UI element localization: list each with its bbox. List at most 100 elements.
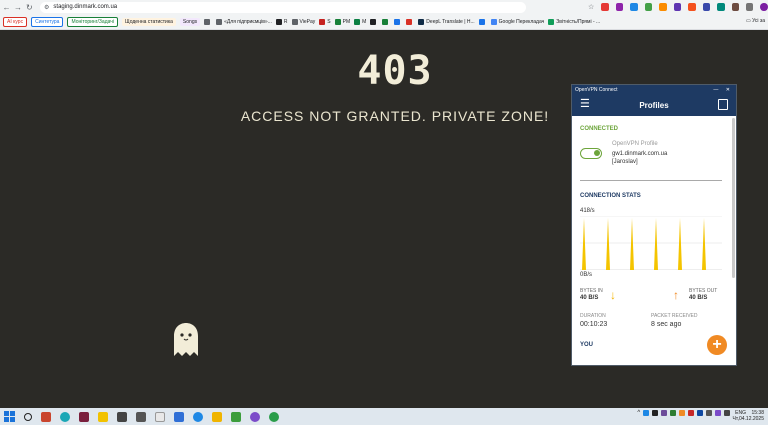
app-icon[interactable] bbox=[60, 411, 70, 422]
edge-icon[interactable] bbox=[193, 411, 203, 422]
vpn-header-title: Profiles bbox=[639, 100, 669, 110]
app-icon[interactable] bbox=[136, 411, 146, 422]
app-icon[interactable] bbox=[231, 411, 241, 422]
apps-grid-icon[interactable] bbox=[204, 18, 212, 25]
bookmark-item[interactable] bbox=[478, 18, 487, 25]
bookmark-favicon bbox=[216, 18, 223, 25]
all-bookmarks-label: Усі за bbox=[752, 18, 765, 24]
bookmark-item[interactable]: Синтетура bbox=[31, 16, 64, 27]
bookmark-item[interactable] bbox=[382, 18, 390, 25]
search-icon[interactable] bbox=[24, 412, 32, 421]
url-text: staging.dinmark.com.ua bbox=[53, 4, 118, 10]
bookmark-item[interactable]: «Для підприємців»... bbox=[216, 18, 272, 25]
vpn-scrollbar[interactable] bbox=[732, 118, 735, 278]
extension-icon[interactable] bbox=[731, 3, 740, 11]
hamburger-menu-icon[interactable]: ☰ bbox=[580, 99, 590, 110]
tray-icon[interactable] bbox=[679, 410, 686, 416]
viber-icon[interactable] bbox=[250, 411, 260, 422]
ghost-icon bbox=[174, 323, 198, 356]
add-profile-button[interactable]: + bbox=[707, 335, 727, 355]
connection-toggle[interactable] bbox=[580, 148, 602, 159]
bookmark-label: R bbox=[283, 18, 288, 25]
bookmark-favicon bbox=[548, 18, 555, 25]
extension-icon[interactable] bbox=[659, 3, 667, 11]
tray-icon[interactable] bbox=[715, 410, 722, 416]
taskbar: ^ ENG 15:38 Чт,04.12.2025 bbox=[0, 408, 768, 425]
bookmark-item[interactable]: ViePay bbox=[291, 18, 316, 25]
window-controls[interactable]: — ✕ bbox=[713, 87, 733, 93]
all-bookmarks-button[interactable]: ▭ Усі за bbox=[746, 18, 765, 24]
extensions-menu-icon[interactable] bbox=[746, 3, 754, 11]
app-icon[interactable] bbox=[174, 411, 184, 422]
chrome-icon[interactable] bbox=[269, 411, 279, 422]
bookmark-item[interactable] bbox=[394, 18, 402, 25]
tray-icon[interactable] bbox=[706, 410, 713, 416]
app-icon[interactable] bbox=[117, 411, 127, 422]
bookmark-item[interactable]: R bbox=[275, 18, 288, 25]
bookmark-item[interactable]: S bbox=[319, 18, 331, 25]
sticky-notes-icon[interactable] bbox=[98, 411, 108, 422]
extension-icon[interactable] bbox=[644, 3, 653, 11]
site-info-icon[interactable]: ⚙ bbox=[44, 4, 49, 11]
forward-icon[interactable]: → bbox=[13, 1, 22, 13]
bookmark-item[interactable]: DeepL Translate | Н... bbox=[418, 18, 475, 25]
bookmark-favicon bbox=[370, 18, 377, 25]
arrow-up-icon: ↑ bbox=[673, 288, 679, 302]
bookmark-item[interactable]: Моніторинг/Задачі bbox=[67, 16, 119, 27]
bookmark-item[interactable] bbox=[406, 18, 414, 25]
vpn-profile-panel: CONNECTED OpenVPN Profile gw1.dinmark.co… bbox=[572, 116, 732, 365]
url-field[interactable]: ⚙ staging.dinmark.com.ua bbox=[40, 1, 527, 13]
extension-icon[interactable] bbox=[615, 3, 624, 11]
duration-value: 00:10:23 bbox=[580, 321, 608, 328]
profile-avatar[interactable] bbox=[760, 3, 768, 11]
bookmark-label: ViePay bbox=[299, 18, 316, 25]
bookmark-item[interactable]: Songs bbox=[179, 17, 201, 26]
app-icon[interactable] bbox=[79, 411, 89, 422]
start-icon[interactable] bbox=[4, 411, 15, 422]
file-explorer-icon[interactable] bbox=[212, 411, 222, 422]
extension-icon[interactable] bbox=[702, 3, 711, 11]
chevron-up-icon[interactable]: ^ bbox=[637, 410, 640, 416]
bookmark-item[interactable]: M bbox=[354, 18, 366, 25]
bookmark-label: S bbox=[327, 18, 331, 25]
extension-icon[interactable] bbox=[630, 3, 638, 11]
bookmark-favicon bbox=[291, 18, 298, 25]
extension-icon[interactable] bbox=[673, 3, 682, 11]
bookmark-item[interactable]: Звітність/Прямі - ... bbox=[548, 18, 600, 25]
traffic-spike bbox=[582, 218, 586, 270]
extension-icon[interactable] bbox=[601, 3, 609, 11]
vpn-app-title: OpenVPN Connect bbox=[575, 86, 618, 93]
bookmark-star-icon[interactable]: ☆ bbox=[588, 3, 594, 11]
bookmark-label: PM bbox=[342, 18, 351, 25]
traffic-spike bbox=[702, 218, 706, 270]
bookmark-favicon bbox=[382, 18, 389, 25]
tray-icon[interactable] bbox=[670, 410, 677, 416]
tray-icon[interactable] bbox=[724, 410, 731, 416]
bookmark-favicon bbox=[354, 18, 361, 25]
extension-icon[interactable] bbox=[717, 3, 725, 11]
bytes-in-label: BYTES IN bbox=[580, 288, 603, 294]
bookmark-item[interactable]: Щоденна статистика bbox=[122, 17, 176, 26]
app-icon[interactable] bbox=[155, 411, 165, 422]
bookmark-favicon bbox=[275, 18, 282, 25]
bookmark-item[interactable]: Google Перекладач bbox=[490, 18, 544, 25]
clock[interactable]: 15:38 Чт,04.12.2025 bbox=[733, 410, 764, 422]
extension-icon[interactable] bbox=[688, 3, 696, 11]
bookmark-item[interactable] bbox=[370, 18, 378, 25]
back-icon[interactable]: ← bbox=[2, 1, 11, 13]
tray-icon[interactable] bbox=[643, 410, 650, 416]
system-tray: ^ ENG bbox=[637, 410, 746, 416]
tray-icon[interactable] bbox=[652, 410, 659, 416]
import-profile-icon[interactable] bbox=[718, 99, 728, 110]
tray-icon[interactable] bbox=[688, 410, 695, 416]
bookmark-favicon bbox=[406, 18, 413, 25]
connection-status: CONNECTED bbox=[580, 126, 619, 132]
bookmark-item[interactable]: AI курс bbox=[3, 16, 28, 27]
reload-icon[interactable]: ↻ bbox=[25, 1, 34, 13]
bookmark-item[interactable]: PM bbox=[334, 18, 351, 25]
tray-icon[interactable] bbox=[697, 410, 704, 416]
tray-icon[interactable] bbox=[661, 410, 668, 416]
traffic-graph bbox=[580, 216, 722, 270]
bookmark-label: DeepL Translate | Н... bbox=[426, 18, 475, 25]
brave-browser-icon[interactable] bbox=[41, 411, 51, 422]
